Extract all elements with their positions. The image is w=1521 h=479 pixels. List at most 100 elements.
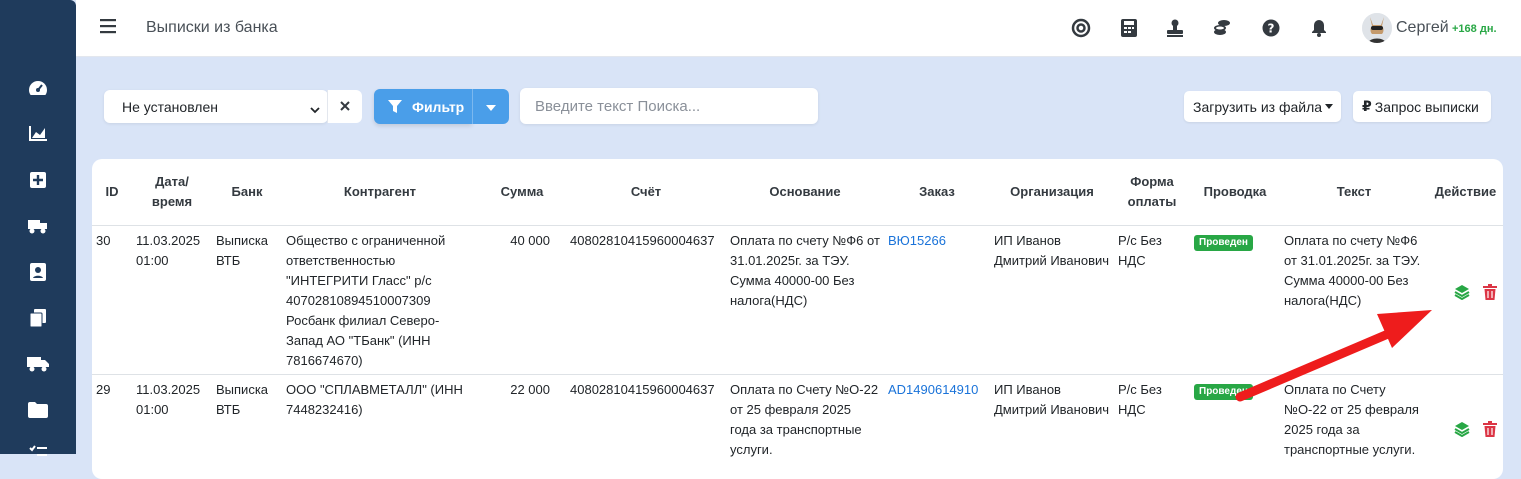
cell-bank: Выписка ВТБ [212,225,282,375]
close-icon [340,99,350,114]
filter-button[interactable]: Фильтр [374,89,472,124]
cell-posting: Проведен [1190,225,1280,375]
statements-table: ID Дата/время Банк Контрагент Сумма Счёт… [92,159,1503,460]
filter-label: Фильтр [412,98,465,115]
cell-order: AD1490614910 [884,375,990,461]
row-actions [1454,421,1498,437]
cell-bank: Выписка ВТБ [216,382,269,417]
col-header-action: Действие [1428,159,1503,226]
truck-icon[interactable] [26,352,50,376]
truck-box-icon[interactable] [26,214,50,238]
cell-organization: ИП Иванов Дмитрий Иванович [990,225,1114,375]
cell-datetime: 11.03.2025 01:00 [132,225,212,375]
chart-icon[interactable] [26,121,50,145]
col-header-bank[interactable]: Банк [212,159,282,226]
cell-text: Оплата по счету №Ф6 от 31.01.2025г. за Т… [1280,225,1428,375]
col-header-datetime-line1: Дата/ [155,174,189,189]
request-statement-button[interactable]: ₽ Запрос выписки [1353,91,1491,122]
statements-table-card: ID Дата/время Банк Контрагент Сумма Счёт… [92,159,1503,479]
cell-payform: Р/с Без НДС [1118,382,1162,417]
menu-icon[interactable] [100,18,116,34]
cell-time: 01:00 [136,253,169,268]
support-icon[interactable] [1070,17,1092,39]
notifications-bell-icon[interactable] [1308,17,1330,39]
order-link[interactable]: ВЮ15266 [888,233,946,248]
cell-payform: Р/с Без НДС [1114,225,1190,375]
request-statement-label: Запрос выписки [1374,98,1479,115]
col-header-account[interactable]: Счёт [566,159,726,226]
help-icon[interactable]: ? [1260,17,1282,39]
col-header-text[interactable]: Текст [1280,159,1428,226]
svg-text:?: ? [1268,22,1275,36]
cell-organization: ИП Иванов Дмитрий Иванович [994,382,1110,417]
cell-action [1428,375,1503,461]
cell-account: 40802810415960004637 [570,382,715,397]
calculator-icon[interactable] [1118,17,1140,39]
col-header-reason[interactable]: Основание [726,159,884,226]
table-header-row: ID Дата/время Банк Контрагент Сумма Счёт… [92,159,1503,226]
cell-posting: Проведен [1190,375,1280,461]
caret-down-icon [1325,104,1333,109]
top-bar: Выписки из банка ? Сергей +168 дн. [76,0,1521,57]
filter-dropdown-toggle[interactable] [472,89,509,124]
cell-order: ВЮ15266 [884,225,990,375]
cell-date: 11.03.2025 [136,382,201,397]
coins-icon[interactable] [1211,17,1233,39]
tasks-icon[interactable] [26,440,50,464]
load-from-file-button[interactable]: Загрузить из файла [1184,91,1341,122]
cell-reason: Оплата по Счету №О-22 от 25 февраля 2025… [730,382,879,457]
status-badge: Проведен [1194,384,1253,400]
col-header-organization[interactable]: Организация [990,159,1114,226]
page-title: Выписки из банка [146,19,278,36]
row-actions [1454,284,1498,300]
caret-down-icon [486,99,496,114]
col-header-datetime[interactable]: Дата/время [132,159,212,226]
table-row[interactable]: 30 11.03.2025 01:00 Выписка ВТБ Общество … [92,225,1503,375]
col-header-payform-line1: Форма [1130,174,1174,189]
chevron-down-icon [310,101,320,117]
user-days-badge: +168 дн. [1452,23,1497,35]
col-header-id[interactable]: ID [92,159,132,226]
bank-select[interactable]: Не установлен [104,90,328,123]
trash-icon[interactable] [1482,284,1498,300]
col-header-payform[interactable]: Форма оплаты [1114,159,1190,226]
cell-date: 11.03.2025 [136,233,201,248]
ruble-icon: ₽ [1362,98,1372,114]
sidebar [0,0,76,456]
cell-action [1428,225,1503,375]
table-row[interactable]: 29 11.03.2025 01:00 Выписка ВТБ ООО "СПЛА… [92,375,1503,461]
add-square-icon[interactable] [26,168,50,192]
cell-counterparty: ООО "СПЛАВМЕТАЛЛ" (ИНН 7448232416) [286,382,463,417]
cell-amount: 22 000 [510,382,550,397]
cell-id: 29 [96,382,111,397]
bank-select-value: Не установлен [122,98,218,115]
cell-amount: 40 000 [478,225,566,375]
dashboard-icon[interactable] [26,76,50,100]
clear-select-button[interactable] [327,90,362,123]
funnel-icon [388,99,402,114]
folder-icon[interactable] [26,398,50,422]
stamp-icon[interactable] [1164,17,1186,39]
col-header-datetime-line2: время [151,194,193,209]
col-header-amount[interactable]: Сумма [478,159,566,226]
avatar[interactable] [1362,13,1392,43]
trash-icon[interactable] [1482,421,1498,437]
col-header-counterparty[interactable]: Контрагент [282,159,478,226]
load-from-file-label: Загрузить из файла [1193,98,1323,115]
col-header-payform-line2: оплаты [1127,194,1177,209]
layers-icon[interactable] [1454,421,1470,437]
col-header-posting[interactable]: Проводка [1190,159,1280,226]
cell-reason: Оплата по счету №Ф6 от 31.01.2025г. за Т… [726,225,884,375]
cell-counterparty: Общество с ограниченной ответственностью… [282,225,478,375]
cell-datetime: 11.03.2025 01:00 [132,375,212,461]
cell-time: 01:00 [136,402,169,417]
search-input[interactable] [520,88,818,124]
documents-icon[interactable] [26,306,50,330]
cell-text: Оплата по Счету №О-22 от 25 февраля 2025… [1284,382,1419,457]
user-name[interactable]: Сергей [1396,19,1449,37]
contact-card-icon[interactable] [26,260,50,284]
col-header-order[interactable]: Заказ [884,159,990,226]
layers-icon[interactable] [1454,284,1470,300]
cell-account: 40802810415960004637 [566,225,726,375]
order-link[interactable]: AD1490614910 [888,382,978,397]
